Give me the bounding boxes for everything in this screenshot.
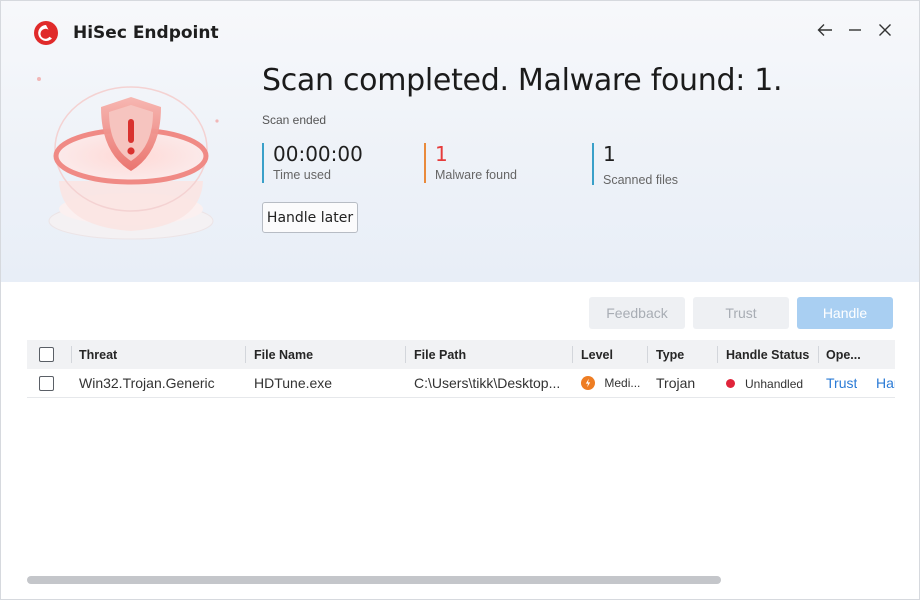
handle-button[interactable]: Handle <box>797 297 893 329</box>
horizontal-scrollbar[interactable] <box>27 576 721 584</box>
close-icon[interactable] <box>877 21 893 39</box>
scan-result-header: HiSec Endpoint Scan completed. Malware f… <box>1 1 919 282</box>
select-all-checkbox[interactable] <box>39 347 54 362</box>
row-handle-link[interactable]: Har <box>876 375 895 391</box>
column-threat[interactable]: Threat <box>79 348 117 362</box>
minimize-icon[interactable] <box>847 21 863 39</box>
scan-status: Scan ended <box>262 113 327 127</box>
column-type[interactable]: Type <box>656 348 684 362</box>
column-divider[interactable] <box>405 346 406 363</box>
stat-scanned-files-label: Scanned files <box>603 173 679 187</box>
column-divider[interactable] <box>717 346 718 363</box>
threat-table: Threat File Name File Path Level Type Ha… <box>27 340 895 398</box>
column-file-path[interactable]: File Path <box>414 348 466 362</box>
column-divider[interactable] <box>647 346 648 363</box>
stat-malware-found-value: 1 <box>435 142 448 166</box>
threat-level-text: Medi... <box>604 376 641 391</box>
column-divider[interactable] <box>818 346 819 363</box>
file-name: HDTune.exe <box>254 375 333 391</box>
status-dot-icon <box>726 378 735 388</box>
row-trust-link[interactable]: Trust <box>826 375 857 391</box>
malware-shield-illustration <box>37 77 219 240</box>
row-checkbox[interactable] <box>39 375 54 391</box>
handle-status: Unhandled <box>726 376 818 391</box>
scan-headline: Scan completed. Malware found: 1. <box>262 63 783 98</box>
table-header: Threat File Name File Path Level Type Ha… <box>27 340 895 369</box>
column-handle-status[interactable]: Handle Status <box>726 348 809 362</box>
threat-level: Medi... <box>581 376 643 391</box>
threat-type: Trojan <box>656 375 696 391</box>
handle-status-text: Unhandled <box>745 376 804 391</box>
action-buttons: Feedback Trust Handle <box>589 297 893 329</box>
trust-button[interactable]: Trust <box>693 297 789 329</box>
window-controls <box>817 21 893 39</box>
handle-later-button[interactable]: Handle later <box>262 202 358 233</box>
app-window: HiSec Endpoint Scan completed. Malware f… <box>0 0 920 600</box>
column-divider[interactable] <box>71 346 72 363</box>
table-row[interactable]: Win32.Trojan.Generic HDTune.exe C:\Users… <box>27 369 895 398</box>
threat-name: Win32.Trojan.Generic <box>79 375 215 391</box>
column-operation[interactable]: Ope... <box>826 348 861 362</box>
column-divider[interactable] <box>572 346 573 363</box>
brand: HiSec Endpoint <box>33 20 219 46</box>
column-file-name[interactable]: File Name <box>254 348 313 362</box>
stat-time-used-value: 00:00:00 <box>273 142 363 166</box>
stat-scanned-files-value: 1 <box>603 142 616 166</box>
hisec-logo-icon <box>34 21 58 45</box>
stat-malware-found-label: Malware found <box>435 168 517 182</box>
stat-time-used-label: Time used <box>273 168 331 182</box>
stat-time-used: 00:00:00 Time used <box>262 143 363 183</box>
column-level[interactable]: Level <box>581 348 613 362</box>
stat-malware-found: 1 Malware found <box>424 143 517 183</box>
stat-scanned-files: 1 Scanned files <box>592 142 679 187</box>
column-divider[interactable] <box>245 346 246 363</box>
file-path: C:\Users\tikk\Desktop... <box>414 375 561 391</box>
lightning-icon <box>581 376 595 391</box>
app-title: HiSec Endpoint <box>73 23 219 43</box>
feedback-button[interactable]: Feedback <box>589 297 685 329</box>
back-arrow-icon[interactable] <box>817 21 833 39</box>
